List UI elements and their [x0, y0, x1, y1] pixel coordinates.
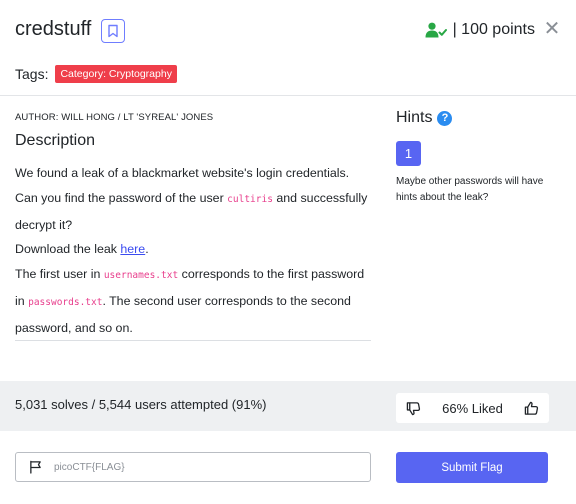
points-label: | 100 points [452, 21, 535, 38]
liked-percent: 66% Liked [442, 400, 503, 416]
desc-text: . [145, 242, 149, 257]
description-divider [15, 340, 371, 341]
username-code: cultiris [227, 193, 273, 205]
hint-button[interactable]: 1 [396, 141, 421, 166]
tags-label: Tags: [15, 66, 49, 82]
bookmark-button[interactable] [101, 19, 125, 43]
category-tag[interactable]: Category: Cryptography [55, 65, 177, 83]
hint-text: Maybe other passwords will have hints ab… [396, 176, 544, 203]
hints-label: Hints [396, 109, 433, 126]
tags-row: Tags: Category: Cryptography [15, 65, 177, 83]
divider [0, 95, 576, 96]
thumbs-down-icon[interactable] [406, 401, 421, 416]
submit-flag-button[interactable]: Submit Flag [396, 452, 548, 483]
thumbs-up-icon[interactable] [524, 401, 539, 416]
like-box: 66% Liked [396, 393, 549, 423]
solves-count: 5,031 solves / 5,544 users attempted (91… [15, 397, 267, 412]
desc-text: Download the leak [15, 242, 121, 257]
close-icon[interactable]: ✕ [542, 18, 562, 40]
author-line: AUTHOR: WILL HONG / LT 'SYREAL' JONES [15, 112, 214, 123]
points-indicator: | 100 points [425, 21, 535, 39]
flag-icon [30, 460, 41, 474]
challenge-title: credstuff [15, 18, 92, 40]
flag-input[interactable] [54, 461, 344, 473]
filename-code: usernames.txt [103, 270, 179, 282]
hints-heading: Hints ? [396, 109, 453, 127]
user-check-icon [425, 22, 447, 38]
bookmark-icon [108, 24, 118, 38]
question-icon[interactable]: ? [437, 110, 453, 126]
desc-text: The first user in [15, 267, 104, 282]
challenge-header: credstuff | 100 points ✕ [0, 0, 576, 56]
flag-input-group [15, 452, 371, 482]
description-body: We found a leak of a blackmarket website… [15, 161, 375, 341]
filename-code: passwords.txt [28, 296, 103, 308]
description-heading: Description [15, 132, 96, 149]
download-link[interactable]: here [120, 242, 145, 256]
